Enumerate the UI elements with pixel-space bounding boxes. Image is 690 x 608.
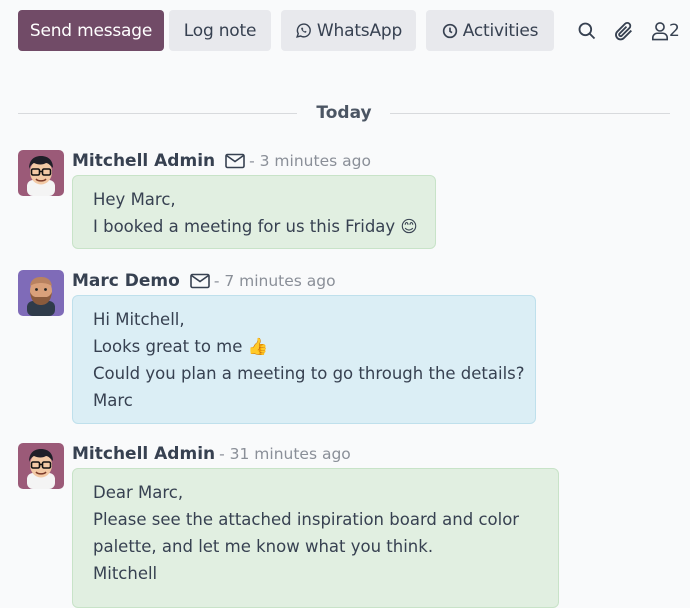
divider-line-right [390,113,670,114]
send-message-button[interactable]: Send message [18,10,164,51]
envelope-icon[interactable] [190,273,210,289]
date-divider-label: Today [316,103,372,123]
clock-icon [442,23,463,39]
message-header: Mitchell Admin - 31 minutes ago [72,443,351,465]
search-icon[interactable] [577,19,597,43]
message-line: Mitchell [93,564,158,583]
send-message-label: Send message [29,20,153,41]
divider-line-left [18,113,297,114]
whatsapp-icon [295,22,317,39]
message-line: Please see the attached inspiration boar… [93,510,520,529]
avatar[interactable] [18,150,64,196]
message-line: Looks great to me 👍 [93,337,269,356]
message-bubble: Dear Marc, Please see the attached inspi… [72,468,559,608]
message-line: Could you plan a meeting to go through t… [93,364,525,383]
message-item: Mitchell Admin - 31 minutes ago Dear Mar… [18,443,578,608]
message-line: Hi Mitchell, [93,310,185,329]
paperclip-icon[interactable] [613,19,635,43]
message-bubble: Hey Marc, I booked a meeting for us this… [72,175,436,249]
message-item: Mitchell Admin - 3 minutes ago Hey Marc,… [18,150,498,260]
activities-button[interactable]: Activities [426,10,554,51]
message-timestamp: - 3 minutes ago [249,152,371,170]
log-note-button[interactable]: Log note [169,10,271,51]
message-bubble: Hi Mitchell, Looks great to me 👍 Could y… [72,295,536,424]
message-line: Marc [93,391,133,410]
message-item: Marc Demo - 7 minutes ago Hi Mitchell, L… [18,270,548,430]
user-icon [651,21,669,41]
chatter-toolbar: Send message Log note WhatsApp Activitie… [0,0,690,62]
avatar[interactable] [18,443,64,489]
log-note-label: Log note [183,20,257,41]
envelope-icon[interactable] [225,153,245,169]
followers-button[interactable]: 2 [651,19,680,43]
message-line: Dear Marc, [93,483,184,502]
message-header: Marc Demo - 7 minutes ago [72,270,336,292]
message-timestamp: - 7 minutes ago [213,272,336,290]
author-name[interactable]: Mitchell Admin [72,444,215,464]
message-line: Hey Marc, [93,190,176,209]
author-name[interactable]: Mitchell Admin [72,151,215,171]
activities-label: Activities [462,20,539,41]
message-line: palette, and let me know what you think. [93,537,434,556]
avatar[interactable] [18,270,64,316]
message-header: Mitchell Admin - 3 minutes ago [72,150,371,172]
whatsapp-button[interactable]: WhatsApp [281,10,416,51]
message-line: I booked a meeting for us this Friday 😊 [93,217,418,236]
message-timestamp: - 31 minutes ago [219,445,351,463]
author-name[interactable]: Marc Demo [72,271,180,291]
whatsapp-label: WhatsApp [316,20,403,41]
followers-count: 2 [669,21,680,41]
